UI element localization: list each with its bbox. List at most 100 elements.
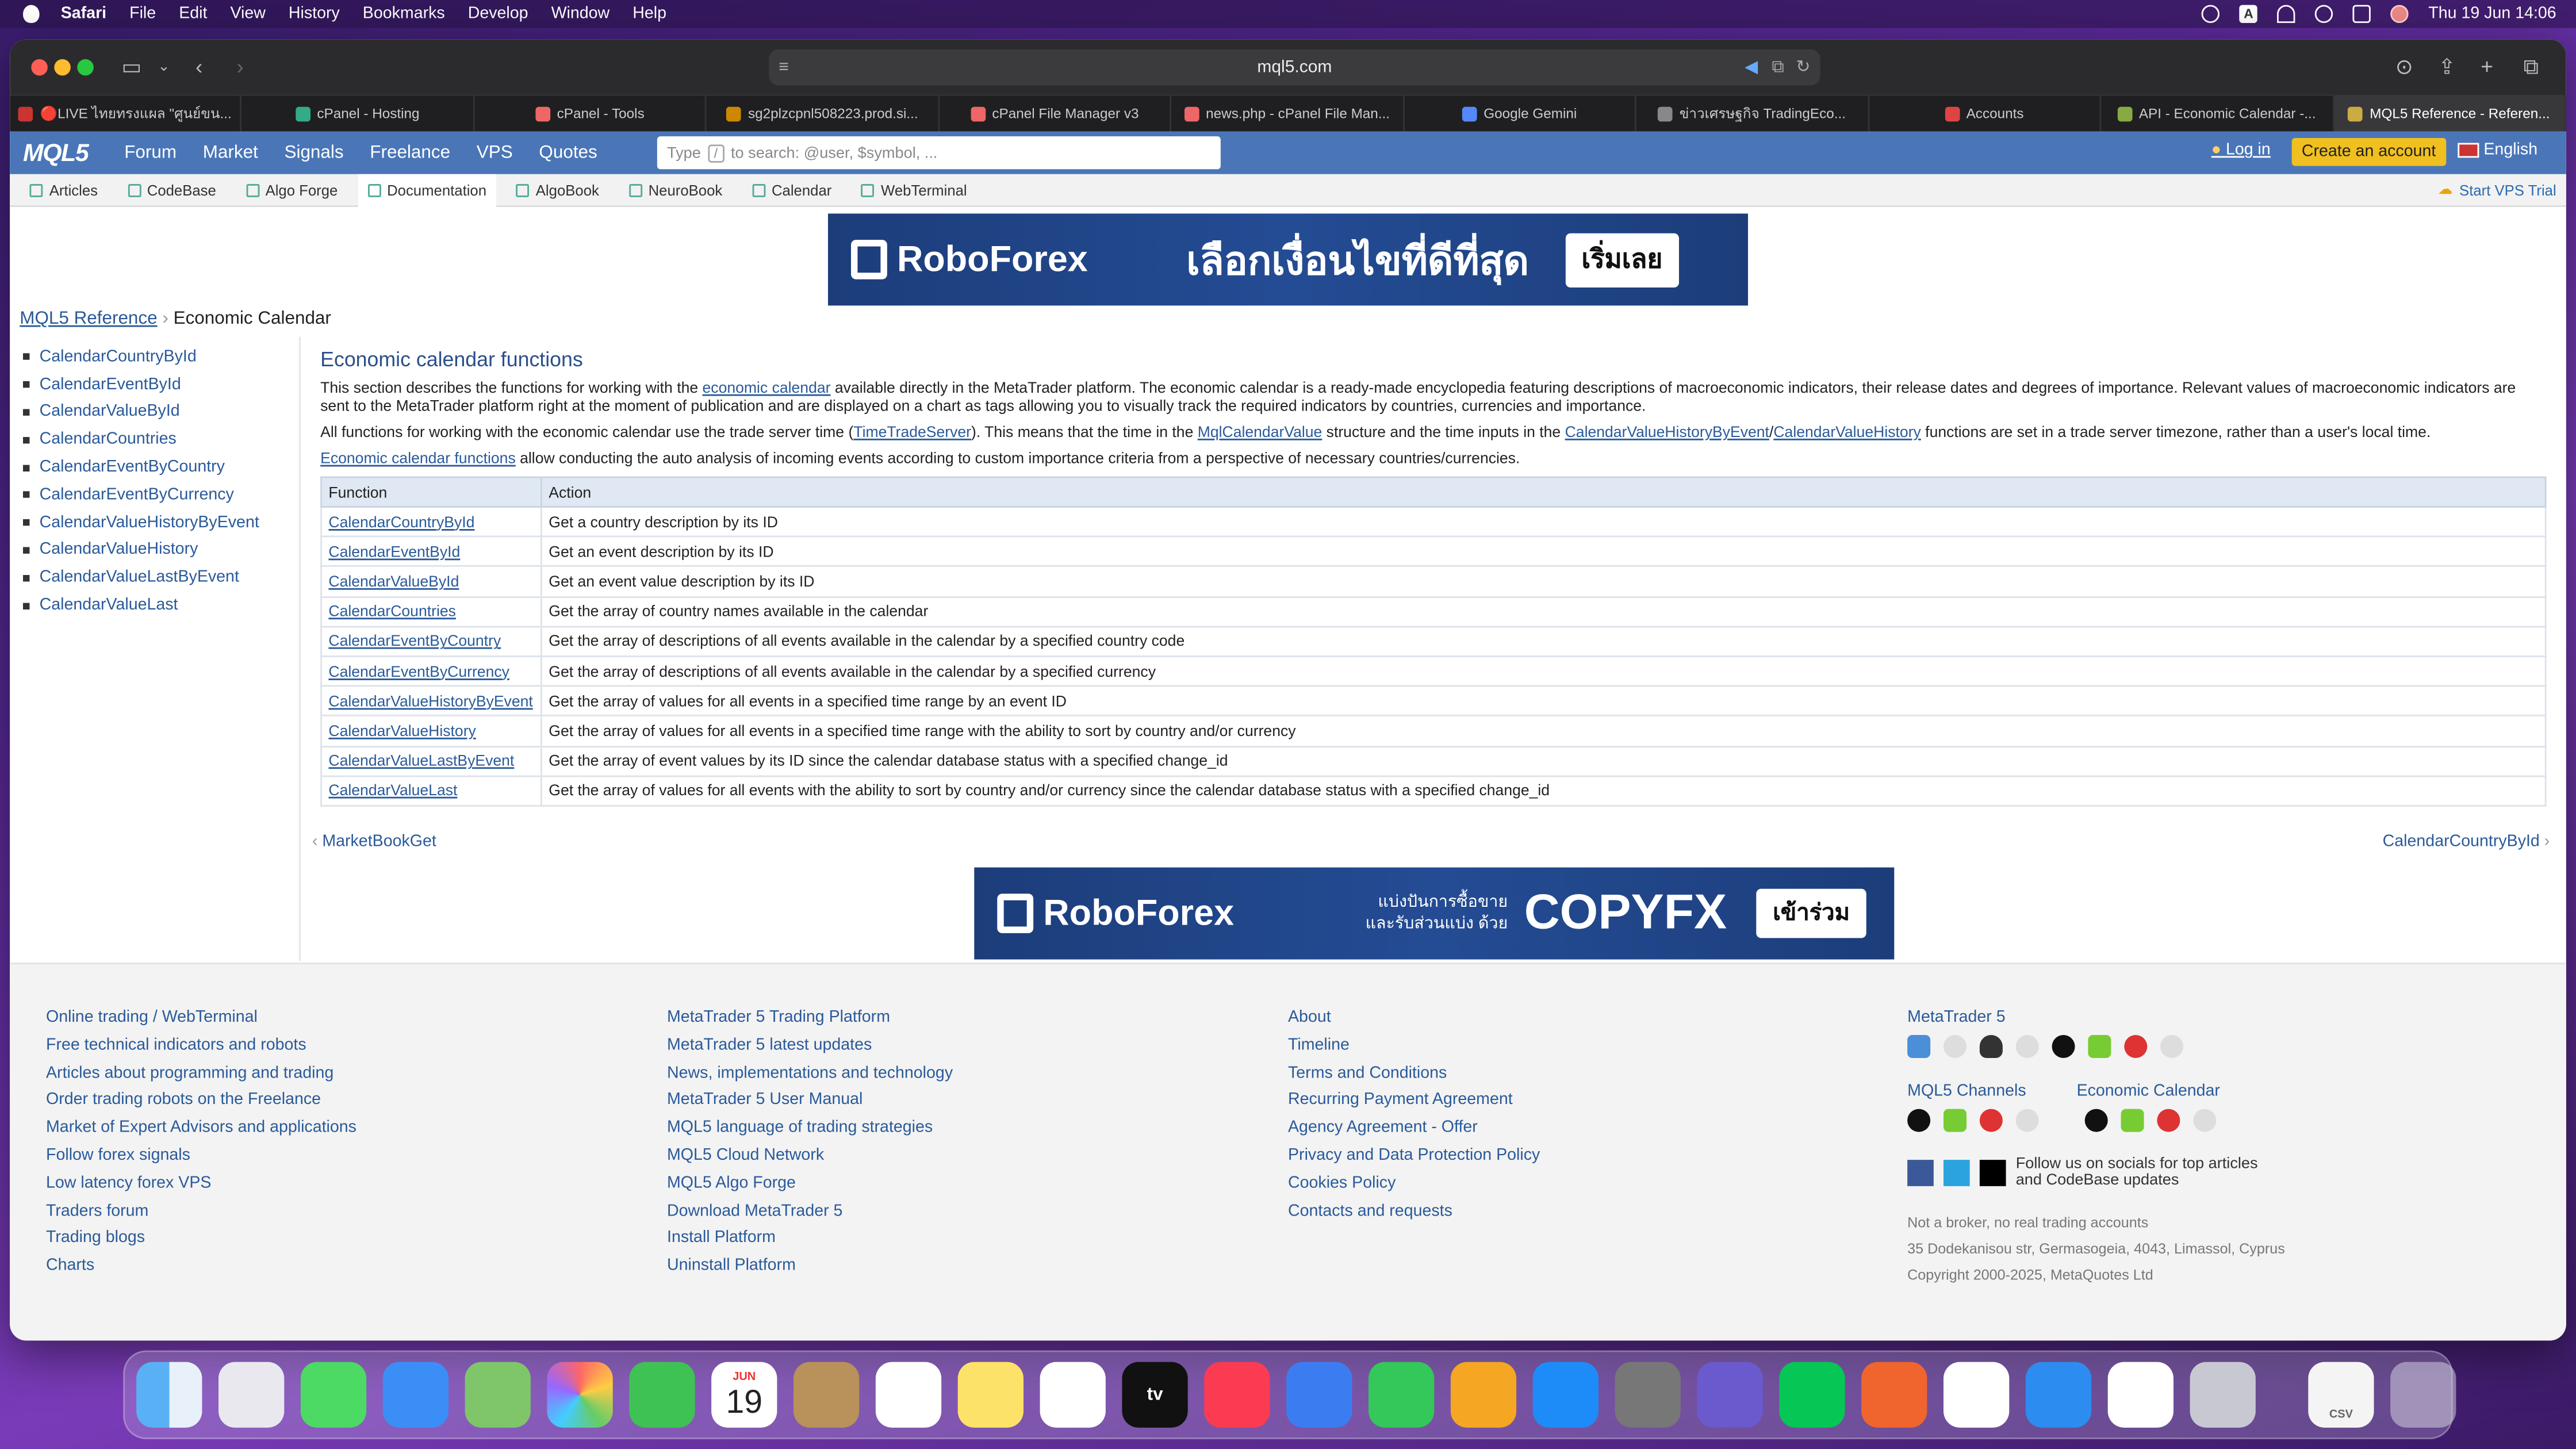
footer-link[interactable]: MetaTrader 5 User Manual bbox=[667, 1091, 953, 1119]
huawei-icon[interactable] bbox=[2124, 1035, 2148, 1058]
tab-file-manager[interactable]: cPanel File Manager v3 bbox=[940, 95, 1172, 132]
nav-signals[interactable]: Signals bbox=[285, 143, 344, 163]
facebook-icon[interactable] bbox=[1907, 1160, 1934, 1186]
x-icon[interactable] bbox=[1979, 1160, 2006, 1186]
sidebar-item-calendareventbyid[interactable]: CalendarEventById bbox=[23, 371, 299, 398]
apple-icon[interactable] bbox=[2052, 1035, 2075, 1058]
photos-icon[interactable] bbox=[547, 1362, 613, 1428]
create-account-button[interactable]: Create an account bbox=[2291, 138, 2446, 166]
footer-link[interactable]: MQL5 Algo Forge bbox=[667, 1174, 953, 1202]
mqlcalendarvalue-link[interactable]: MqlCalendarValue bbox=[1198, 424, 1322, 440]
menu-develop[interactable]: Develop bbox=[468, 5, 528, 23]
maps-icon[interactable] bbox=[465, 1362, 531, 1428]
tab-trading-economics[interactable]: ข่าวเศรษฐกิจ TradingEco... bbox=[1636, 95, 1869, 132]
subnav-articles[interactable]: Articles bbox=[20, 173, 108, 206]
numbers-icon[interactable] bbox=[1368, 1362, 1435, 1428]
huawei-icon[interactable] bbox=[2157, 1109, 2180, 1132]
login-link[interactable]: ● Log in bbox=[2211, 141, 2271, 159]
play-status-icon[interactable] bbox=[2202, 5, 2220, 23]
macos-icon[interactable] bbox=[1943, 1035, 1966, 1058]
sidebar-item-calendarvaluelastbyevent[interactable]: CalendarValueLastByEvent bbox=[23, 564, 299, 592]
translate-icon[interactable]: ⧉ bbox=[1772, 57, 1784, 78]
sidebar-item-calendarvaluehistory[interactable]: CalendarValueHistory bbox=[23, 536, 299, 564]
tab-google-gemini[interactable]: Google Gemini bbox=[1404, 95, 1637, 132]
search-input[interactable]: Type / to search: @user, $symbol, ... bbox=[657, 136, 1221, 170]
calendarvaluehistorybyevent-link[interactable]: CalendarValueHistoryByEvent bbox=[1565, 424, 1769, 440]
share-icon[interactable]: ⇪ bbox=[2438, 54, 2456, 80]
language-selector[interactable]: English bbox=[2458, 141, 2537, 159]
android-icon[interactable] bbox=[1943, 1109, 1966, 1132]
function-link[interactable]: CalendarValueLastByEvent bbox=[320, 745, 542, 777]
subnav-codebase[interactable]: CodeBase bbox=[117, 173, 226, 206]
input-source-icon[interactable]: A bbox=[2239, 5, 2258, 23]
footer-link[interactable]: Articles about programming and trading bbox=[46, 1064, 356, 1091]
ad-banner-bottom[interactable]: RoboForex แบ่งปันการซื้อขาย และรับส่วนแบ่… bbox=[974, 867, 1895, 960]
sidebar-toggle-icon[interactable]: ▭ bbox=[121, 54, 141, 80]
system-settings-icon[interactable] bbox=[1615, 1362, 1681, 1428]
function-link[interactable]: CalendarEventByCountry bbox=[320, 625, 542, 657]
pages-icon[interactable] bbox=[1450, 1362, 1517, 1428]
trash-icon[interactable] bbox=[2390, 1362, 2456, 1428]
huawei-icon[interactable] bbox=[1979, 1109, 2003, 1132]
facetime-icon[interactable] bbox=[629, 1362, 695, 1428]
subnav-webterminal[interactable]: WebTerminal bbox=[852, 173, 977, 206]
sidebar-item-calendarcountries[interactable]: CalendarCountries bbox=[23, 426, 299, 454]
menu-help[interactable]: Help bbox=[632, 5, 666, 23]
tab-mql5-reference[interactable]: MQL5 Reference - Referen... bbox=[2333, 95, 2566, 132]
tab-overview-icon[interactable]: ⧉ bbox=[2524, 54, 2539, 80]
footer-link[interactable]: MetaTrader 5 Trading Platform bbox=[667, 1009, 953, 1036]
footer-link[interactable]: Follow forex signals bbox=[46, 1147, 356, 1174]
android-icon[interactable] bbox=[2121, 1109, 2144, 1132]
tab-news-php[interactable]: news.php - cPanel File Man... bbox=[1172, 95, 1405, 132]
tab-cpanel-tools[interactable]: cPanel - Tools bbox=[474, 95, 707, 132]
tab-cpanel-hosting[interactable]: cPanel - Hosting bbox=[242, 95, 475, 132]
footer-link[interactable]: Trading blogs bbox=[46, 1229, 356, 1257]
prev-page-link[interactable]: ‹ MarketBookGet bbox=[312, 833, 436, 851]
telegram-icon[interactable] bbox=[1943, 1160, 1970, 1186]
contacts-icon[interactable] bbox=[793, 1362, 860, 1428]
footer-link[interactable]: Install Platform bbox=[667, 1229, 953, 1257]
footer-link[interactable]: Low latency forex VPS bbox=[46, 1174, 356, 1202]
app-store-icon[interactable] bbox=[1532, 1362, 1598, 1428]
nav-forum[interactable]: Forum bbox=[124, 143, 177, 163]
tab-sg2-server[interactable]: sg2plzcpnl508223.prod.si... bbox=[707, 95, 940, 132]
vps-trial-link[interactable]: ☁ Start VPS Trial bbox=[2438, 181, 2556, 198]
sidebar-item-calendareventbycountry[interactable]: CalendarEventByCountry bbox=[23, 454, 299, 481]
safari-icon[interactable] bbox=[2025, 1362, 2092, 1428]
function-link[interactable]: CalendarCountryById bbox=[320, 505, 542, 538]
finder-icon[interactable] bbox=[136, 1362, 202, 1428]
messages-icon[interactable] bbox=[300, 1362, 367, 1428]
apple-menu-icon[interactable] bbox=[23, 5, 40, 23]
footer-link[interactable]: Privacy and Data Protection Policy bbox=[1288, 1147, 1540, 1174]
mql5-logo[interactable]: MQL5 bbox=[23, 139, 89, 167]
breadcrumb-root-link[interactable]: MQL5 Reference bbox=[20, 309, 157, 328]
next-page-link[interactable]: CalendarCountryById › bbox=[2383, 833, 2550, 851]
utility-settings-icon[interactable] bbox=[2190, 1362, 2256, 1428]
back-icon[interactable]: ‹ bbox=[195, 54, 202, 79]
apple-icon[interactable] bbox=[2084, 1109, 2108, 1132]
menu-app-safari[interactable]: Safari bbox=[61, 5, 106, 23]
menu-file[interactable]: File bbox=[129, 5, 156, 23]
menu-bookmarks[interactable]: Bookmarks bbox=[363, 5, 445, 23]
apk-icon[interactable] bbox=[2160, 1035, 2184, 1058]
calendarvaluehistory-link[interactable]: CalendarValueHistory bbox=[1773, 424, 1920, 440]
footer-link[interactable]: Contacts and requests bbox=[1288, 1202, 1540, 1229]
footer-link[interactable]: About bbox=[1288, 1009, 1540, 1036]
reminders-icon[interactable] bbox=[875, 1362, 942, 1428]
function-link[interactable]: CalendarValueHistoryByEvent bbox=[320, 685, 542, 717]
function-link[interactable]: CalendarEventById bbox=[320, 535, 542, 568]
footer-link[interactable]: Cookies Policy bbox=[1288, 1174, 1540, 1202]
user-avatar-icon[interactable] bbox=[2390, 5, 2409, 23]
footer-link[interactable]: News, implementations and technology bbox=[667, 1064, 953, 1091]
menu-history[interactable]: History bbox=[289, 5, 340, 23]
zoom-window-button[interactable] bbox=[77, 59, 94, 76]
new-tab-icon[interactable]: + bbox=[2481, 54, 2493, 79]
footer-link[interactable]: MetaTrader 5 latest updates bbox=[667, 1036, 953, 1064]
address-bar[interactable]: ≡ mql5.com ◀ ⧉ ↻ bbox=[769, 49, 1820, 86]
apk-icon[interactable] bbox=[2015, 1109, 2039, 1132]
footer-link[interactable]: Recurring Payment Agreement bbox=[1288, 1091, 1540, 1119]
footer-link[interactable]: Agency Agreement - Offer bbox=[1288, 1119, 1540, 1147]
sidebar-item-calendareventbycurrency[interactable]: CalendarEventByCurrency bbox=[23, 481, 299, 509]
tab-api-calendar[interactable]: API - Economic Calendar -... bbox=[2102, 95, 2334, 132]
timetradeserver-link[interactable]: TimeTradeServer bbox=[853, 424, 971, 440]
